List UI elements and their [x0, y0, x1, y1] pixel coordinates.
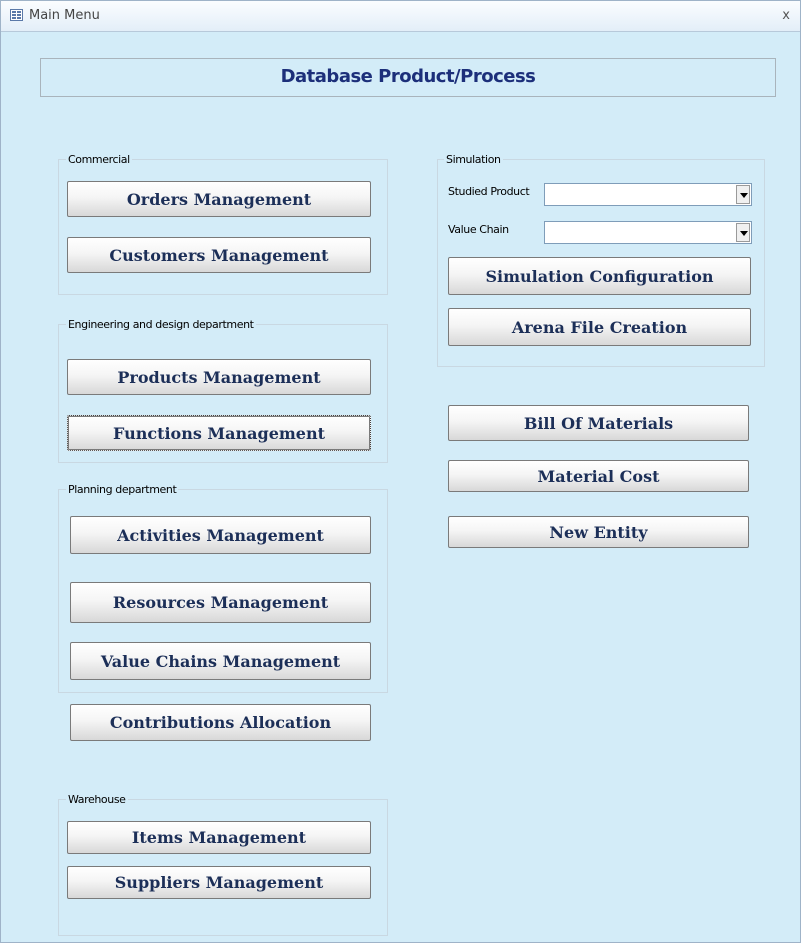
commercial-group-label: Commercial	[66, 153, 132, 166]
suppliers-management-button[interactable]: Suppliers Management	[67, 866, 371, 899]
products-management-button[interactable]: Products Management	[67, 359, 371, 395]
material-cost-button[interactable]: Material Cost	[448, 460, 749, 492]
resources-management-button[interactable]: Resources Management	[70, 582, 371, 623]
new-entity-button[interactable]: New Entity	[448, 516, 749, 548]
studied-product-combo[interactable]	[544, 183, 752, 206]
studied-product-label: Studied Product	[448, 185, 530, 198]
orders-management-button[interactable]: Orders Management	[67, 181, 371, 217]
window-title: Main Menu	[29, 8, 100, 23]
planning-group-label: Planning department	[66, 483, 179, 496]
items-management-button[interactable]: Items Management	[67, 821, 371, 854]
customers-management-button[interactable]: Customers Management	[67, 237, 371, 273]
chevron-down-icon[interactable]	[736, 185, 750, 204]
form-icon	[10, 9, 23, 21]
arena-file-creation-button[interactable]: Arena File Creation	[448, 308, 751, 346]
chevron-down-icon[interactable]	[736, 223, 750, 242]
simulation-configuration-button[interactable]: Simulation Configuration	[448, 257, 751, 295]
page-title: Database Product/Process	[280, 66, 536, 87]
value-chain-label: Value Chain	[448, 223, 509, 236]
title-bar[interactable]: Main Menu x	[1, 1, 800, 32]
contributions-allocation-button[interactable]: Contributions Allocation	[70, 704, 371, 741]
bill-of-materials-button[interactable]: Bill Of Materials	[448, 405, 749, 441]
functions-management-button[interactable]: Functions Management	[67, 415, 371, 451]
value-chains-management-button[interactable]: Value Chains Management	[70, 642, 371, 680]
header-banner: Database Product/Process	[40, 58, 776, 97]
engineering-group-label: Engineering and design department	[66, 318, 256, 331]
value-chain-combo[interactable]	[544, 221, 752, 244]
close-button[interactable]: x	[782, 8, 790, 23]
simulation-group-label: Simulation	[444, 153, 503, 166]
warehouse-group-label: Warehouse	[66, 793, 128, 806]
main-menu-window: Main Menu x Database Product/Process Com…	[0, 0, 801, 943]
activities-management-button[interactable]: Activities Management	[70, 516, 371, 554]
commercial-group	[58, 159, 388, 295]
